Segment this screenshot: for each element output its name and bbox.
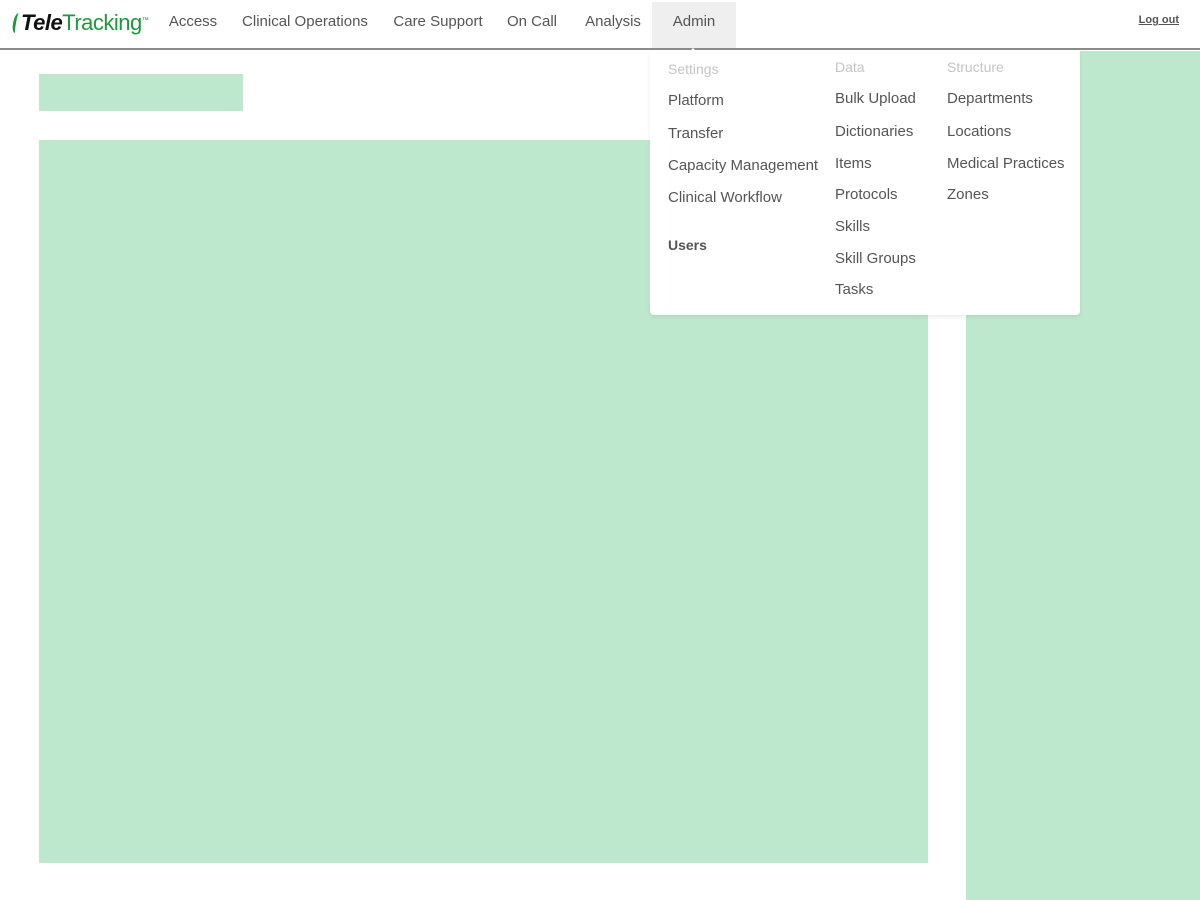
menu-item-zones[interactable]: Zones (947, 186, 989, 203)
menu-heading-structure: Structure (947, 59, 1004, 75)
top-header: Tele Tracking ™ Access Clinical Operatio… (0, 0, 1200, 55)
logout-link[interactable]: Log out (1139, 14, 1179, 26)
nav-clinical-operations[interactable]: Clinical Operations (236, 2, 374, 48)
title-placeholder (39, 74, 243, 111)
menu-item-protocols[interactable]: Protocols (835, 186, 898, 203)
menu-item-dictionaries[interactable]: Dictionaries (835, 123, 913, 140)
nav-care-support[interactable]: Care Support (387, 2, 489, 48)
menu-item-tasks[interactable]: Tasks (835, 281, 873, 298)
menu-item-clinical-workflow[interactable]: Clinical Workflow (668, 189, 782, 206)
nav-admin-label: Admin (672, 13, 716, 30)
teletracking-logo[interactable]: Tele Tracking ™ (11, 9, 149, 37)
menu-item-capacity-management[interactable]: Capacity Management (668, 157, 818, 174)
menu-item-users[interactable]: Users (668, 237, 707, 253)
nav-analysis[interactable]: Analysis (578, 2, 648, 48)
menu-item-transfer[interactable]: Transfer (668, 125, 723, 142)
menu-item-platform[interactable]: Platform (668, 92, 724, 109)
nav-on-call[interactable]: On Call (500, 2, 564, 48)
menu-item-medical-practices[interactable]: Medical Practices (947, 155, 1065, 172)
menu-item-skills[interactable]: Skills (835, 218, 870, 235)
menu-item-departments[interactable]: Departments (947, 90, 1033, 107)
logo-trademark-icon: ™ (141, 17, 149, 24)
nav-access[interactable]: Access (161, 2, 225, 48)
menu-item-bulk-upload[interactable]: Bulk Upload (835, 90, 916, 107)
logo-tele-text: Tele (21, 10, 63, 35)
menu-heading-settings: Settings (668, 61, 719, 77)
nav-admin[interactable]: Admin (652, 2, 736, 55)
menu-item-items[interactable]: Items (835, 155, 872, 172)
menu-heading-data: Data (835, 59, 865, 75)
logo-tracking-text: Tracking (62, 10, 142, 35)
menu-item-locations[interactable]: Locations (947, 123, 1011, 140)
menu-item-skill-groups[interactable]: Skill Groups (835, 250, 916, 267)
admin-dropdown-menu: Settings Platform Transfer Capacity Mana… (650, 51, 1080, 315)
